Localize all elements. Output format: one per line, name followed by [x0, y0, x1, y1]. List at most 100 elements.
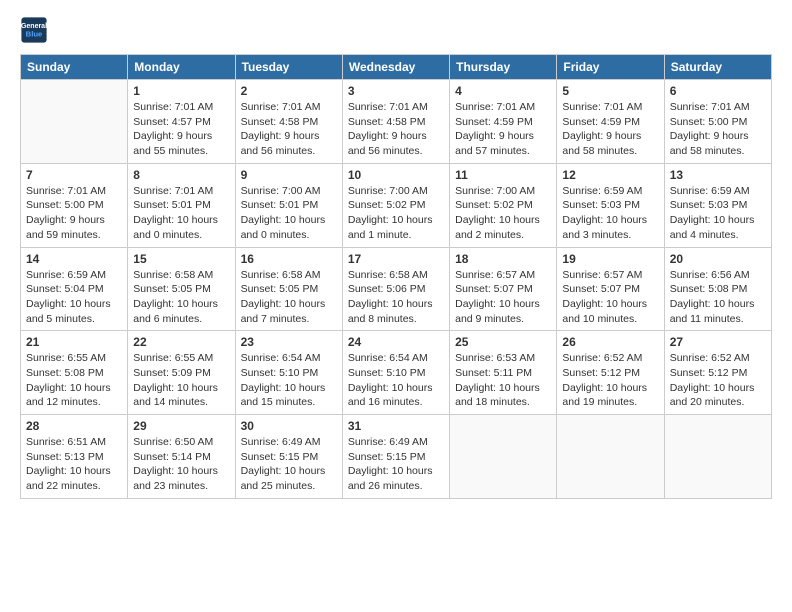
day-number: 26	[562, 335, 658, 349]
day-info: Sunrise: 7:01 AMSunset: 5:00 PMDaylight:…	[26, 184, 122, 243]
calendar-cell: 22 Sunrise: 6:55 AMSunset: 5:09 PMDayligh…	[128, 331, 235, 415]
calendar-cell: 31 Sunrise: 6:49 AMSunset: 5:15 PMDayligh…	[342, 415, 449, 499]
day-number: 4	[455, 84, 551, 98]
calendar-cell: 17 Sunrise: 6:58 AMSunset: 5:06 PMDayligh…	[342, 247, 449, 331]
day-number: 15	[133, 252, 229, 266]
day-info: Sunrise: 6:57 AMSunset: 5:07 PMDaylight:…	[455, 268, 551, 327]
calendar-cell: 11Sunrise: 7:00 AMSunset: 5:02 PMDayligh…	[450, 163, 557, 247]
calendar-week-row: 7 Sunrise: 7:01 AMSunset: 5:00 PMDaylight…	[21, 163, 772, 247]
day-number: 3	[348, 84, 444, 98]
day-number: 27	[670, 335, 766, 349]
calendar-cell: 20 Sunrise: 6:56 AMSunset: 5:08 PMDayligh…	[664, 247, 771, 331]
day-number: 23	[241, 335, 337, 349]
day-number: 1	[133, 84, 229, 98]
header: General Blue	[20, 16, 772, 44]
day-number: 25	[455, 335, 551, 349]
calendar-cell: 19 Sunrise: 6:57 AMSunset: 5:07 PMDayligh…	[557, 247, 664, 331]
day-info: Sunrise: 7:01 AMSunset: 4:58 PMDaylight:…	[241, 100, 337, 159]
calendar-week-row: 28 Sunrise: 6:51 AMSunset: 5:13 PMDayligh…	[21, 415, 772, 499]
day-number: 16	[241, 252, 337, 266]
calendar-table: SundayMondayTuesdayWednesdayThursdayFrid…	[20, 54, 772, 499]
day-number: 17	[348, 252, 444, 266]
calendar-cell: 9 Sunrise: 7:00 AMSunset: 5:01 PMDaylight…	[235, 163, 342, 247]
day-number: 28	[26, 419, 122, 433]
day-number: 24	[348, 335, 444, 349]
day-info: Sunrise: 6:55 AMSunset: 5:09 PMDaylight:…	[133, 351, 229, 410]
weekday-header-monday: Monday	[128, 55, 235, 80]
calendar-cell: 26 Sunrise: 6:52 AMSunset: 5:12 PMDayligh…	[557, 331, 664, 415]
day-number: 22	[133, 335, 229, 349]
day-info: Sunrise: 6:59 AMSunset: 5:04 PMDaylight:…	[26, 268, 122, 327]
day-info: Sunrise: 6:59 AMSunset: 5:03 PMDaylight:…	[562, 184, 658, 243]
calendar-cell	[450, 415, 557, 499]
day-number: 6	[670, 84, 766, 98]
calendar-cell: 30 Sunrise: 6:49 AMSunset: 5:15 PMDayligh…	[235, 415, 342, 499]
day-number: 10	[348, 168, 444, 182]
day-number: 18	[455, 252, 551, 266]
svg-text:Blue: Blue	[26, 29, 43, 38]
day-info: Sunrise: 6:57 AMSunset: 5:07 PMDaylight:…	[562, 268, 658, 327]
calendar-cell: 6 Sunrise: 7:01 AMSunset: 5:00 PMDaylight…	[664, 80, 771, 164]
calendar-cell: 27Sunrise: 6:52 AMSunset: 5:12 PMDayligh…	[664, 331, 771, 415]
day-number: 13	[670, 168, 766, 182]
day-info: Sunrise: 6:52 AMSunset: 5:12 PMDaylight:…	[562, 351, 658, 410]
calendar-cell: 25 Sunrise: 6:53 AMSunset: 5:11 PMDayligh…	[450, 331, 557, 415]
calendar-cell: 23 Sunrise: 6:54 AMSunset: 5:10 PMDayligh…	[235, 331, 342, 415]
day-info: Sunrise: 7:00 AMSunset: 5:01 PMDaylight:…	[241, 184, 337, 243]
weekday-header-tuesday: Tuesday	[235, 55, 342, 80]
day-info: Sunrise: 6:51 AMSunset: 5:13 PMDaylight:…	[26, 435, 122, 494]
day-info: Sunrise: 7:00 AMSunset: 5:02 PMDaylight:…	[348, 184, 444, 243]
calendar-cell: 29Sunrise: 6:50 AMSunset: 5:14 PMDayligh…	[128, 415, 235, 499]
day-info: Sunrise: 7:01 AMSunset: 4:59 PMDaylight:…	[562, 100, 658, 159]
calendar-week-row: 21Sunrise: 6:55 AMSunset: 5:08 PMDayligh…	[21, 331, 772, 415]
day-info: Sunrise: 6:53 AMSunset: 5:11 PMDaylight:…	[455, 351, 551, 410]
calendar-cell: 21Sunrise: 6:55 AMSunset: 5:08 PMDayligh…	[21, 331, 128, 415]
day-info: Sunrise: 7:01 AMSunset: 5:01 PMDaylight:…	[133, 184, 229, 243]
day-info: Sunrise: 6:54 AMSunset: 5:10 PMDaylight:…	[241, 351, 337, 410]
day-info: Sunrise: 6:59 AMSunset: 5:03 PMDaylight:…	[670, 184, 766, 243]
day-number: 5	[562, 84, 658, 98]
day-number: 14	[26, 252, 122, 266]
weekday-header-thursday: Thursday	[450, 55, 557, 80]
logo: General Blue	[20, 16, 48, 44]
day-number: 31	[348, 419, 444, 433]
day-info: Sunrise: 7:01 AMSunset: 5:00 PMDaylight:…	[670, 100, 766, 159]
calendar-cell: 1 Sunrise: 7:01 AMSunset: 4:57 PMDaylight…	[128, 80, 235, 164]
day-number: 9	[241, 168, 337, 182]
day-info: Sunrise: 6:50 AMSunset: 5:14 PMDaylight:…	[133, 435, 229, 494]
day-info: Sunrise: 6:49 AMSunset: 5:15 PMDaylight:…	[241, 435, 337, 494]
day-info: Sunrise: 7:01 AMSunset: 4:57 PMDaylight:…	[133, 100, 229, 159]
day-number: 20	[670, 252, 766, 266]
calendar-cell: 28 Sunrise: 6:51 AMSunset: 5:13 PMDayligh…	[21, 415, 128, 499]
day-number: 21	[26, 335, 122, 349]
calendar-cell: 2 Sunrise: 7:01 AMSunset: 4:58 PMDaylight…	[235, 80, 342, 164]
day-info: Sunrise: 6:56 AMSunset: 5:08 PMDaylight:…	[670, 268, 766, 327]
weekday-header-friday: Friday	[557, 55, 664, 80]
logo-icon: General Blue	[20, 16, 48, 44]
calendar-cell: 12 Sunrise: 6:59 AMSunset: 5:03 PMDayligh…	[557, 163, 664, 247]
calendar-cell: 10 Sunrise: 7:00 AMSunset: 5:02 PMDayligh…	[342, 163, 449, 247]
calendar-cell: 4 Sunrise: 7:01 AMSunset: 4:59 PMDaylight…	[450, 80, 557, 164]
day-number: 30	[241, 419, 337, 433]
calendar-cell: 7 Sunrise: 7:01 AMSunset: 5:00 PMDaylight…	[21, 163, 128, 247]
calendar-cell	[21, 80, 128, 164]
day-number: 12	[562, 168, 658, 182]
calendar-cell: 14 Sunrise: 6:59 AMSunset: 5:04 PMDayligh…	[21, 247, 128, 331]
calendar-cell: 3 Sunrise: 7:01 AMSunset: 4:58 PMDaylight…	[342, 80, 449, 164]
day-info: Sunrise: 7:01 AMSunset: 4:58 PMDaylight:…	[348, 100, 444, 159]
calendar-cell: 13 Sunrise: 6:59 AMSunset: 5:03 PMDayligh…	[664, 163, 771, 247]
day-info: Sunrise: 6:54 AMSunset: 5:10 PMDaylight:…	[348, 351, 444, 410]
weekday-header-sunday: Sunday	[21, 55, 128, 80]
day-number: 19	[562, 252, 658, 266]
calendar-cell: 16Sunrise: 6:58 AMSunset: 5:05 PMDayligh…	[235, 247, 342, 331]
day-info: Sunrise: 6:49 AMSunset: 5:15 PMDaylight:…	[348, 435, 444, 494]
day-number: 2	[241, 84, 337, 98]
day-number: 7	[26, 168, 122, 182]
calendar-cell	[664, 415, 771, 499]
calendar-cell	[557, 415, 664, 499]
day-info: Sunrise: 6:58 AMSunset: 5:06 PMDaylight:…	[348, 268, 444, 327]
calendar-cell: 18 Sunrise: 6:57 AMSunset: 5:07 PMDayligh…	[450, 247, 557, 331]
weekday-header-wednesday: Wednesday	[342, 55, 449, 80]
day-info: Sunrise: 7:01 AMSunset: 4:59 PMDaylight:…	[455, 100, 551, 159]
calendar-cell: 8Sunrise: 7:01 AMSunset: 5:01 PMDaylight…	[128, 163, 235, 247]
